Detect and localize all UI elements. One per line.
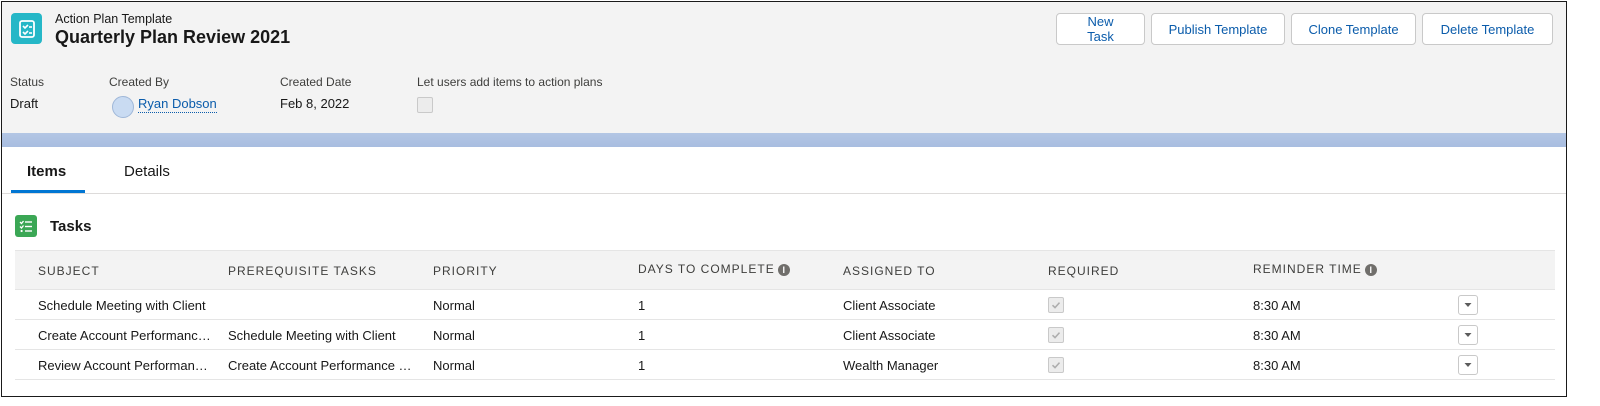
task-list-icon [15, 215, 37, 237]
column-header-assigned[interactable]: ASSIGNED TO [843, 264, 936, 278]
task-reminder: 8:30 AM [1253, 358, 1301, 373]
required-checkbox [1048, 327, 1064, 343]
record-type-label: Action Plan Template [55, 12, 173, 26]
table-row: Review Account Performance Report Create… [15, 350, 1555, 380]
task-assigned: Client Associate [843, 328, 936, 343]
record-header: Action Plan Template Quarterly Plan Revi… [2, 2, 1566, 133]
task-priority: Normal [433, 298, 475, 313]
task-assigned: Wealth Manager [843, 358, 939, 373]
table-row: Create Account Performance Report Schedu… [15, 320, 1555, 350]
action-plan-icon [11, 13, 42, 44]
column-header-reminder[interactable]: REMINDER TIME i [1253, 262, 1377, 276]
info-icon[interactable]: i [1364, 263, 1377, 276]
active-tab-indicator [11, 190, 85, 193]
column-header-reminder-label: REMINDER TIME [1253, 262, 1362, 276]
task-prerequisite: Schedule Meeting with Client [228, 328, 396, 343]
column-header-priority[interactable]: PRIORITY [433, 264, 498, 278]
new-task-button[interactable]: New Task [1056, 13, 1145, 45]
row-actions-button[interactable] [1458, 355, 1478, 375]
chevron-down-icon [1464, 333, 1472, 337]
allow-items-label: Let users add items to action plans [417, 75, 603, 89]
check-icon [1051, 362, 1061, 369]
task-priority: Normal [433, 328, 475, 343]
created-by-link[interactable]: Ryan Dobson [138, 96, 217, 113]
task-reminder: 8:30 AM [1253, 328, 1301, 343]
tab-bar: Items Details [2, 147, 1566, 194]
page-title: Quarterly Plan Review 2021 [55, 27, 291, 47]
task-prerequisite: Create Account Performance Report [228, 358, 418, 373]
header-actions: New Task Publish Template Clone Template… [1056, 13, 1553, 45]
avatar [112, 96, 134, 118]
status-value: Draft [10, 96, 39, 111]
task-subject[interactable]: Schedule Meeting with Client [38, 298, 214, 313]
chevron-down-icon [1464, 303, 1472, 307]
task-subject[interactable]: Create Account Performance Report [38, 328, 214, 343]
section-title: Tasks [50, 218, 92, 235]
tasks-table: SUBJECT PREREQUISITE TASKS PRIORITY DAYS… [15, 250, 1555, 380]
check-icon [1051, 302, 1061, 309]
tab-items[interactable]: Items [27, 163, 66, 180]
allow-items-checkbox [417, 97, 433, 113]
column-header-days-label: DAYS TO COMPLETE [638, 262, 775, 276]
task-days: 1 [638, 328, 646, 343]
info-icon[interactable]: i [777, 263, 790, 276]
chevron-down-icon [1464, 363, 1472, 367]
created-date-label: Created Date [280, 75, 352, 89]
column-header-days[interactable]: DAYS TO COMPLETE i [638, 262, 790, 276]
created-date-value: Feb 8, 2022 [280, 96, 350, 111]
tab-details[interactable]: Details [124, 163, 170, 180]
column-header-subject[interactable]: SUBJECT [38, 264, 100, 278]
column-header-prerequisite[interactable]: PREREQUISITE TASKS [228, 264, 377, 278]
table-row: Schedule Meeting with Client Normal 1 Cl… [15, 290, 1555, 320]
created-by-label: Created By [109, 75, 170, 89]
delete-template-button[interactable]: Delete Template [1422, 13, 1553, 45]
task-assigned: Client Associate [843, 298, 936, 313]
table-header: SUBJECT PREREQUISITE TASKS PRIORITY DAYS… [15, 250, 1555, 290]
required-checkbox [1048, 297, 1064, 313]
row-actions-button[interactable] [1458, 325, 1478, 345]
task-priority: Normal [433, 358, 475, 373]
task-days: 1 [638, 298, 646, 313]
clone-template-button[interactable]: Clone Template [1291, 13, 1416, 45]
task-reminder: 8:30 AM [1253, 298, 1301, 313]
row-actions-button[interactable] [1458, 295, 1478, 315]
task-days: 1 [638, 358, 646, 373]
check-icon [1051, 332, 1061, 339]
task-subject[interactable]: Review Account Performance Report [38, 358, 214, 373]
status-label: Status [10, 75, 45, 89]
record-page: Action Plan Template Quarterly Plan Revi… [1, 1, 1567, 397]
required-checkbox [1048, 357, 1064, 373]
column-header-required[interactable]: REQUIRED [1048, 264, 1119, 278]
publish-template-button[interactable]: Publish Template [1151, 13, 1285, 45]
header-divider-band [2, 133, 1566, 147]
created-by-name[interactable]: Ryan Dobson [138, 96, 217, 113]
